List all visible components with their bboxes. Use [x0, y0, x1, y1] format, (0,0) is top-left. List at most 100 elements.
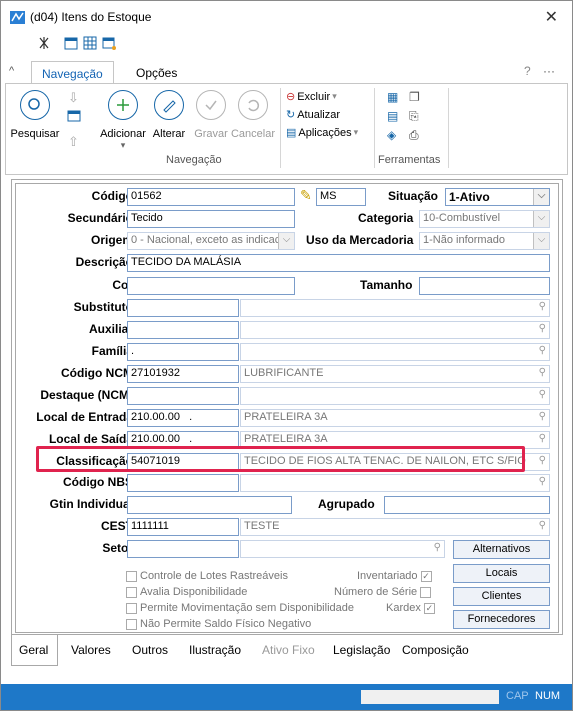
more-button[interactable]: ··· [543, 64, 555, 78]
calendar-icon[interactable] [64, 36, 78, 50]
collapse-ribbon-icon[interactable]: ^ [9, 65, 14, 77]
adicionar-button[interactable]: Adicionar ▾ [94, 90, 152, 151]
paste-icon[interactable]: ⎘ [409, 109, 419, 124]
search-icon[interactable]: ⚲ [539, 323, 546, 334]
cest-field[interactable]: 1111111 [127, 518, 239, 536]
substituto-desc[interactable]: ⚲ [240, 299, 550, 317]
search-icon[interactable]: ⚲ [539, 455, 546, 466]
nao-permite-checkbox[interactable]: Não Permite Saldo Físico Negativo [126, 618, 311, 630]
filter-icon[interactable]: ◈ [387, 128, 396, 142]
alternativos-button[interactable]: Alternativos [453, 540, 550, 559]
gravar-button[interactable]: Gravar [191, 90, 231, 140]
cancelar-button[interactable]: Cancelar [230, 90, 276, 140]
destaque-field[interactable] [127, 387, 239, 405]
ncm-field[interactable]: 27101932 [127, 365, 239, 383]
window: (d04) Itens do Estoque ✕ ^ Navegação Opç… [0, 0, 573, 711]
substituto-field[interactable] [127, 299, 239, 317]
search-icon[interactable]: ⚲ [539, 367, 546, 378]
tab-composicao[interactable]: Composição [395, 635, 476, 666]
search-icon[interactable]: ⚲ [539, 389, 546, 400]
pesquisar-button[interactable]: Pesquisar [10, 90, 60, 140]
search-icon[interactable]: ⚲ [539, 411, 546, 422]
familia-desc[interactable]: ⚲ [240, 343, 550, 361]
descricao-field[interactable]: TECIDO DA MALÁSIA [127, 254, 550, 272]
pin-icon[interactable] [37, 36, 51, 50]
search-icon[interactable]: ⚲ [539, 433, 546, 444]
excluir-label: Excluir [297, 90, 331, 103]
tab-valores[interactable]: Valores [64, 635, 118, 666]
arrow-up-icon[interactable]: ⇧ [68, 134, 79, 150]
secundario-field[interactable]: Tecido [127, 210, 295, 228]
lotes-checkbox[interactable]: Controle de Lotes Rastreáveis [126, 570, 288, 582]
first-record-icon[interactable] [67, 109, 81, 126]
tab-legislacao[interactable]: Legislação [326, 635, 397, 666]
search-icon[interactable]: ⚲ [539, 345, 546, 356]
print-icon[interactable]: ⎙ [409, 128, 419, 143]
atualizar-label: Atualizar [297, 108, 341, 121]
caps-indicator: CAP [506, 690, 529, 702]
table-icon[interactable]: ▤ [387, 109, 398, 123]
setor-field[interactable] [127, 540, 239, 558]
inventariado-checkbox[interactable]: Inventariado ✓ [357, 570, 432, 582]
auxiliar-field[interactable] [127, 321, 239, 339]
familia-field[interactable]: . [127, 343, 239, 361]
tab-outros[interactable]: Outros [125, 635, 175, 666]
situacao-select[interactable]: 1-Ativo [445, 188, 550, 206]
kardex-checkbox[interactable]: Kardex ✓ [386, 602, 435, 614]
status-field [361, 690, 499, 704]
excluir-button[interactable]: ⊖ Excluir ▾ [286, 90, 337, 104]
grid-icon[interactable] [83, 36, 97, 50]
search-icon[interactable]: ⚲ [539, 476, 546, 487]
descricao-label: Descrição [75, 255, 133, 269]
gtin-field[interactable] [127, 496, 292, 514]
arrow-down-icon[interactable]: ⇩ [68, 90, 79, 106]
uso-select[interactable]: 1-Não informado [419, 232, 550, 250]
avalia-checkbox[interactable]: Avalia Disponibilidade [126, 586, 247, 598]
search-icon[interactable]: ⚲ [434, 542, 441, 553]
ribbon-panel: Pesquisar ⇩ ⇧ Adicionar ▾ Alterar Gravar… [5, 83, 568, 175]
key-icon[interactable]: ✎ [300, 187, 312, 204]
gravar-label: Gravar [194, 128, 228, 140]
atualizar-button[interactable]: ↻ Atualizar [286, 108, 341, 122]
numero-serie-checkbox[interactable]: Número de Série [334, 586, 432, 598]
tab-geral[interactable]: Geral [11, 635, 58, 666]
nbs-field[interactable] [127, 474, 239, 492]
cor-field[interactable] [127, 277, 295, 295]
search-icon[interactable]: ⚲ [539, 520, 546, 531]
ncm-desc[interactable]: LUBRIFICANTE ⚲ [240, 365, 550, 383]
tab-ilustracao[interactable]: Ilustração [182, 635, 248, 666]
tamanho-field[interactable] [419, 277, 550, 295]
nbs-desc[interactable]: ⚲ [240, 474, 550, 492]
locais-button[interactable]: Locais [453, 564, 550, 583]
report-icon[interactable]: ▦ [387, 90, 398, 104]
permite-checkbox[interactable]: Permite Movimentação sem Disponibilidade [126, 602, 354, 614]
entrada-field[interactable]: 210.00.00 . [127, 409, 239, 427]
apps-icon: ▤ [286, 127, 297, 139]
categoria-select[interactable]: 10-Combustível [419, 210, 550, 228]
alterar-button[interactable]: Alterar [149, 90, 189, 140]
ribbon-separator [448, 88, 449, 168]
tab-navegacao[interactable]: Navegação [31, 61, 114, 83]
codigo-extra-field[interactable]: MS [316, 188, 366, 206]
clientes-button[interactable]: Clientes [453, 587, 550, 606]
agrupado-field[interactable] [384, 496, 550, 514]
origem-select[interactable]: 0 - Nacional, exceto as indicac [127, 232, 295, 250]
search-icon[interactable]: ⚲ [539, 301, 546, 312]
fornecedores-button[interactable]: Fornecedores [453, 610, 550, 629]
auxiliar-desc[interactable]: ⚲ [240, 321, 550, 339]
window-icon[interactable] [102, 36, 116, 50]
entrada-desc[interactable]: PRATELEIRA 3A ⚲ [240, 409, 550, 427]
destaque-desc[interactable]: ⚲ [240, 387, 550, 405]
plus-icon [108, 90, 138, 120]
copy-icon[interactable]: ❐ [409, 90, 420, 104]
help-button[interactable]: ? [524, 64, 531, 78]
tab-opcoes[interactable]: Opções [126, 61, 187, 83]
tab-ativo-fixo[interactable]: Ativo Fixo [255, 635, 322, 666]
secundario-label: Secundário [67, 211, 133, 225]
close-button[interactable]: ✕ [545, 7, 558, 27]
cest-desc[interactable]: TESTE ⚲ [240, 518, 550, 536]
codigo-field[interactable]: 01562 [127, 188, 295, 206]
categoria-label: Categoria [358, 211, 414, 225]
aplicacoes-button[interactable]: ▤ Aplicações ▾ [286, 126, 358, 140]
setor-desc[interactable]: ⚲ [240, 540, 445, 558]
